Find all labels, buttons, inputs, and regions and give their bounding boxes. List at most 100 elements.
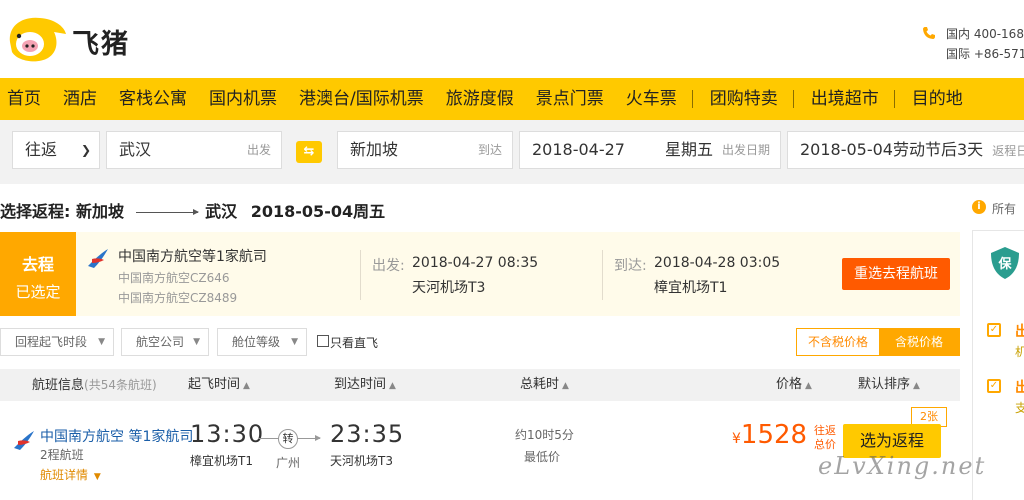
info-icon: i: [972, 200, 986, 214]
filter-depart-time-label: 回程起飞时段: [15, 335, 88, 349]
col-price[interactable]: 价格 ▲: [776, 369, 812, 401]
direct-only-label[interactable]: 只看直飞: [330, 334, 378, 351]
col-arrive-time[interactable]: 到达时间 ▲: [334, 369, 396, 401]
sidebar-feature-1: 出: [1015, 324, 1024, 340]
reselect-outbound-button[interactable]: 重选去程航班: [842, 258, 950, 290]
brand-name[interactable]: 飞猪: [72, 22, 130, 61]
sort-up-icon: ▲: [389, 381, 396, 391]
flight-depart-airport: 樟宜机场T1: [190, 454, 253, 468]
nav-item-inn[interactable]: 客栈公寓: [112, 78, 202, 120]
nav-item-outbound-market[interactable]: 出境超市: [804, 78, 894, 120]
from-city-input[interactable]: 武汉 出发: [106, 131, 282, 169]
flight-depart-time: 13:30: [190, 420, 265, 448]
outbound-depart-time: 2018-04-27 08:35: [412, 255, 539, 271]
to-city-value: 新加坡: [350, 140, 399, 159]
price-excl-tax-option[interactable]: 不含税价格: [797, 329, 879, 355]
divider: [602, 250, 603, 300]
nav-item-group-deals[interactable]: 团购特卖: [703, 78, 793, 120]
sort-up-icon: ▲: [562, 381, 569, 391]
outbound-tag-title: 去程: [21, 255, 54, 274]
direct-only-checkbox[interactable]: [317, 335, 329, 347]
trip-type-value: 往返: [25, 140, 58, 159]
nav-divider: [893, 90, 895, 108]
nav-item-domestic-flights[interactable]: 国内机票: [202, 78, 292, 120]
sort-up-icon: ▲: [913, 381, 920, 391]
route-label: 选择返程:: [0, 202, 71, 221]
sidebar-feature-2-sub: 支: [1015, 401, 1024, 415]
outbound-arrive-time: 2018-04-28 03:05: [654, 255, 781, 271]
return-date-hint: 返程日: [992, 144, 1024, 158]
price-amount: 1528: [740, 420, 808, 450]
depart-date-input[interactable]: 2018-04-27 星期五 出发日期: [519, 131, 781, 169]
trip-type-select[interactable]: 往返 ❯: [12, 131, 100, 169]
from-city-value: 武汉: [119, 140, 152, 159]
divider: [360, 250, 361, 300]
caret-down-icon: ▼: [98, 337, 105, 347]
swap-cities-icon[interactable]: ⇆: [296, 141, 322, 163]
return-date-input[interactable]: 2018-05-04劳动节后3天 返程日: [787, 131, 1024, 169]
price-note-total: 总价: [814, 438, 836, 451]
route-from: 新加坡: [75, 202, 124, 221]
hotline-domestic: 国内 400-168: [946, 27, 1024, 41]
sidebar-feature-2: 出: [1015, 380, 1024, 396]
filter-airline-dropdown[interactable]: 航空公司 ▼: [121, 328, 209, 356]
col-flight-info: 航班信息(共54条航班): [32, 369, 157, 401]
outbound-depart-label: 出发:: [372, 258, 405, 274]
caret-down-icon: ▼: [193, 337, 200, 347]
cheapest-tag: 最低价: [524, 450, 561, 464]
filter-cabin-label: 舱位等级: [232, 335, 281, 349]
col-duration-label: 总耗时: [520, 377, 560, 392]
col-default-sort-label: 默认排序: [858, 377, 911, 392]
route-date: 2018-05-04周五: [250, 202, 386, 221]
col-arrive-time-label: 到达时间: [334, 377, 387, 392]
nav-item-train[interactable]: 火车票: [619, 78, 692, 120]
nav-divider: [792, 90, 794, 108]
nav-item-tickets[interactable]: 景点门票: [529, 78, 619, 120]
flight-table-header: 航班信息(共54条航班) 起飞时间 ▲ 到达时间 ▲ 总耗时 ▲ 价格 ▲ 默认排序 ▲: [0, 369, 960, 401]
hotline-international: 国际 +86-571: [946, 47, 1024, 61]
outbound-airline: 中国南方航空等1家航司: [118, 249, 267, 265]
col-flight-info-label: 航班信息: [32, 378, 85, 393]
route-to: 武汉: [205, 202, 238, 221]
col-flight-count: (共54条航班): [84, 378, 157, 392]
col-default-sort[interactable]: 默认排序 ▲: [858, 369, 920, 401]
to-city-input[interactable]: 新加坡 到达: [337, 131, 513, 169]
nav-item-intl-flights[interactable]: 港澳台/国际机票: [292, 78, 439, 120]
filter-cabin-dropdown[interactable]: 舱位等级 ▼: [217, 328, 307, 356]
outbound-selected-card: 去程 已选定 中国南方航空等1家航司 中国南方航空CZ646 中国南方航空CZ8…: [0, 232, 960, 316]
nav-item-hotel[interactable]: 酒店: [56, 78, 112, 120]
nav-item-destinations[interactable]: 目的地: [905, 78, 978, 120]
col-duration[interactable]: 总耗时 ▲: [520, 369, 569, 401]
from-city-hint: 出发: [246, 143, 271, 157]
col-depart-time-label: 起飞时间: [188, 377, 241, 392]
price-note: 往返 总价: [814, 424, 836, 452]
price-incl-tax-option[interactable]: 含税价格: [879, 329, 959, 355]
nav-item-vacation[interactable]: 旅游度假: [439, 78, 529, 120]
nav-item-home[interactable]: 首页: [0, 78, 56, 120]
site-header: 飞猪 国内 400-168 国际 +86-571: [0, 0, 1024, 78]
hotline-info: 国内 400-168 国际 +86-571: [946, 24, 1024, 64]
flight-detail-label: 航班详情: [40, 468, 89, 482]
col-depart-time[interactable]: 起飞时间 ▲: [188, 369, 250, 401]
fliggy-logo-icon[interactable]: [4, 12, 68, 64]
check-icon: ✓: [987, 379, 1001, 393]
check-icon: ✓: [987, 323, 1001, 337]
transfer-city: 广州: [276, 456, 301, 470]
sort-up-icon: ▲: [805, 381, 812, 391]
sort-up-icon: ▲: [243, 381, 250, 391]
outbound-tag-status: 已选定: [15, 283, 61, 301]
flight-detail-link[interactable]: 航班详情 ▼: [40, 466, 101, 483]
price-note-roundtrip: 往返: [814, 424, 836, 437]
flight-airline[interactable]: 中国南方航空 等1家航司: [40, 426, 193, 446]
price-tax-toggle: 不含税价格 含税价格: [796, 328, 960, 356]
caret-down-icon: ▼: [93, 472, 101, 482]
nav-divider: [691, 90, 693, 108]
flight-segments: 2程航班: [40, 448, 84, 462]
flight-search-bar: 往返 ❯ 武汉 出发 ⇆ 新加坡 到达 2018-04-27 星期五 出发日期 …: [0, 120, 1024, 184]
outbound-arrive-airport: 樟宜机场T1: [654, 280, 728, 296]
sidebar-feature-1-sub: 机: [1015, 345, 1024, 359]
filter-airline-label: 航空公司: [136, 335, 185, 349]
caret-down-icon: ▼: [291, 337, 298, 347]
filter-depart-time-dropdown[interactable]: 回程起飞时段 ▼: [0, 328, 114, 356]
return-route-title: 选择返程: 新加坡 武汉 2018-05-04周五: [0, 198, 385, 222]
